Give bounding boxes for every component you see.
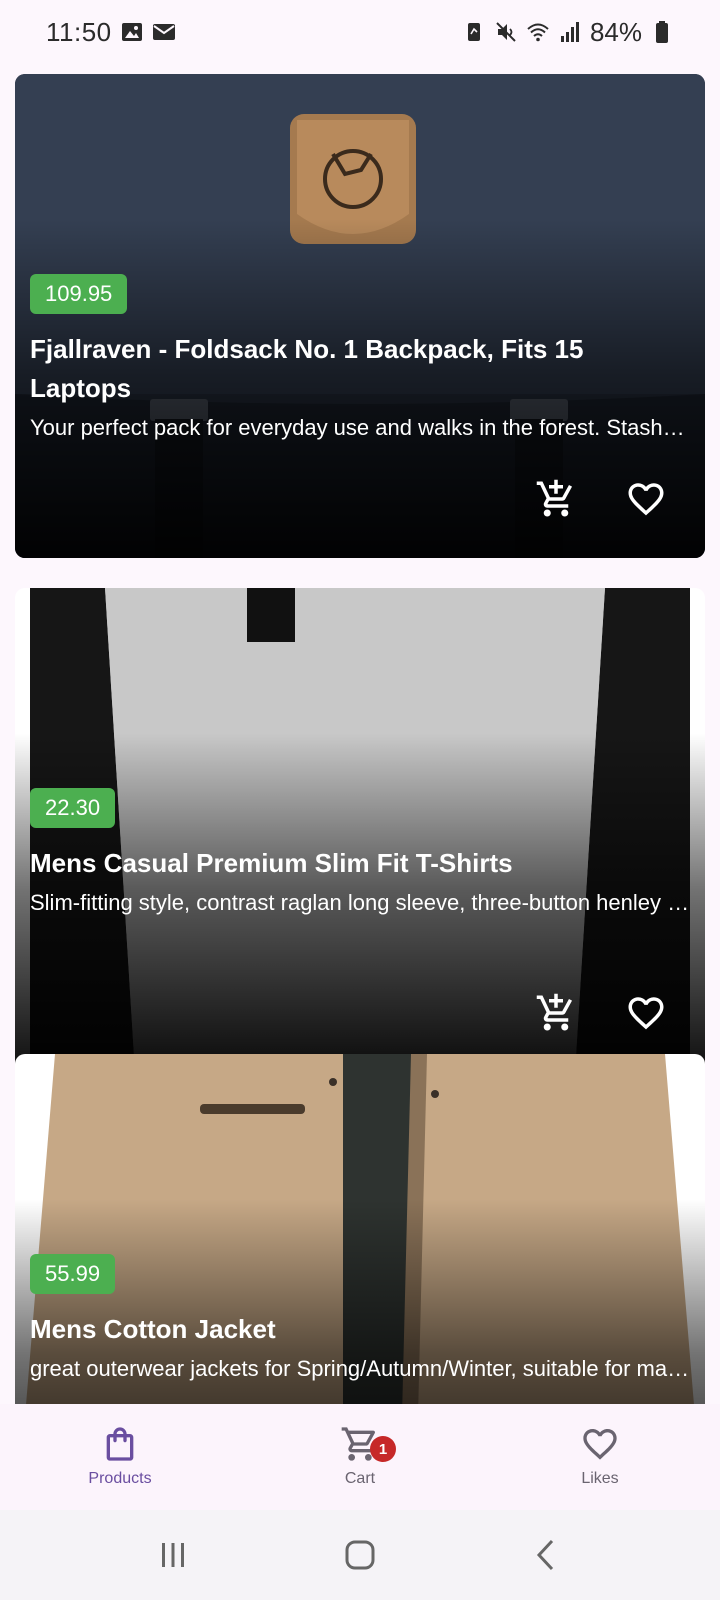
system-navigation-bar — [0, 1510, 720, 1600]
heart-outline-icon — [583, 1429, 617, 1460]
nav-products[interactable]: Products — [0, 1404, 240, 1510]
wifi-icon — [527, 23, 549, 42]
nav-likes-label: Likes — [581, 1470, 619, 1487]
product-title: Mens Cotton Jacket — [30, 1314, 276, 1344]
battery-icon — [656, 21, 668, 43]
battery-percent: 84% — [589, 16, 642, 47]
home-icon[interactable] — [340, 1535, 380, 1575]
product-description: Your perfect pack for everyday use and w… — [30, 415, 690, 440]
image-icon — [121, 23, 142, 41]
card-actions — [535, 992, 667, 1034]
heart-outline-icon[interactable] — [625, 478, 667, 520]
product-info: 22.30 Mens Casual Premium Slim Fit T-Shi… — [30, 788, 690, 919]
back-icon[interactable] — [527, 1535, 567, 1575]
product-title: Mens Casual Premium Slim Fit T-Shirts — [30, 848, 513, 878]
status-left: 11:50 — [46, 17, 176, 48]
product-title: Fjallraven - Foldsack No. 1 Backpack, Fi… — [30, 334, 584, 403]
product-card[interactable]: 22.30 Mens Casual Premium Slim Fit T-Shi… — [15, 588, 705, 1072]
product-description: great outerwear jackets for Spring/Autum… — [30, 1356, 690, 1381]
add-to-cart-icon[interactable] — [535, 478, 577, 520]
card-actions — [535, 478, 667, 520]
vibrate-icon — [467, 23, 480, 41]
status-time: 11:50 — [46, 16, 112, 47]
add-to-cart-icon[interactable] — [535, 992, 577, 1034]
nav-products-icon-wrap — [100, 1424, 140, 1464]
product-description: Slim-fitting style, contrast raglan long… — [30, 890, 690, 915]
bottom-navigation: Products 1 Cart Likes — [0, 1404, 720, 1510]
nav-cart-label: Cart — [344, 1470, 376, 1487]
nav-cart-icon-wrap: 1 — [340, 1424, 396, 1464]
heart-outline-icon[interactable] — [625, 992, 667, 1034]
signal-icon — [560, 22, 579, 42]
cart-count-badge: 1 — [370, 1436, 396, 1462]
status-right: 84% — [462, 17, 674, 48]
product-info: 55.99 Mens Cotton Jacket great outerwear… — [30, 1254, 690, 1385]
mail-icon — [152, 24, 175, 40]
nav-likes[interactable]: Likes — [480, 1404, 720, 1510]
product-card[interactable]: 109.95 Fjallraven - Foldsack No. 1 Backp… — [15, 74, 705, 558]
mute-icon — [496, 22, 516, 42]
nav-cart[interactable]: 1 Cart — [240, 1404, 480, 1510]
shopping-bag-icon — [106, 1427, 134, 1461]
product-info: 109.95 Fjallraven - Foldsack No. 1 Backp… — [30, 274, 690, 444]
recents-icon[interactable] — [153, 1535, 193, 1575]
status-bar: 11:50 84% — [0, 0, 720, 64]
nav-products-label: Products — [88, 1470, 152, 1487]
nav-likes-icon-wrap — [580, 1424, 620, 1464]
product-card[interactable]: 55.99 Mens Cotton Jacket great outerwear… — [15, 1054, 705, 1404]
price-badge: 55.99 — [30, 1254, 116, 1294]
price-badge: 109.95 — [30, 274, 128, 314]
product-list[interactable]: 109.95 Fjallraven - Foldsack No. 1 Backp… — [0, 74, 720, 1404]
price-badge: 22.30 — [30, 788, 116, 828]
